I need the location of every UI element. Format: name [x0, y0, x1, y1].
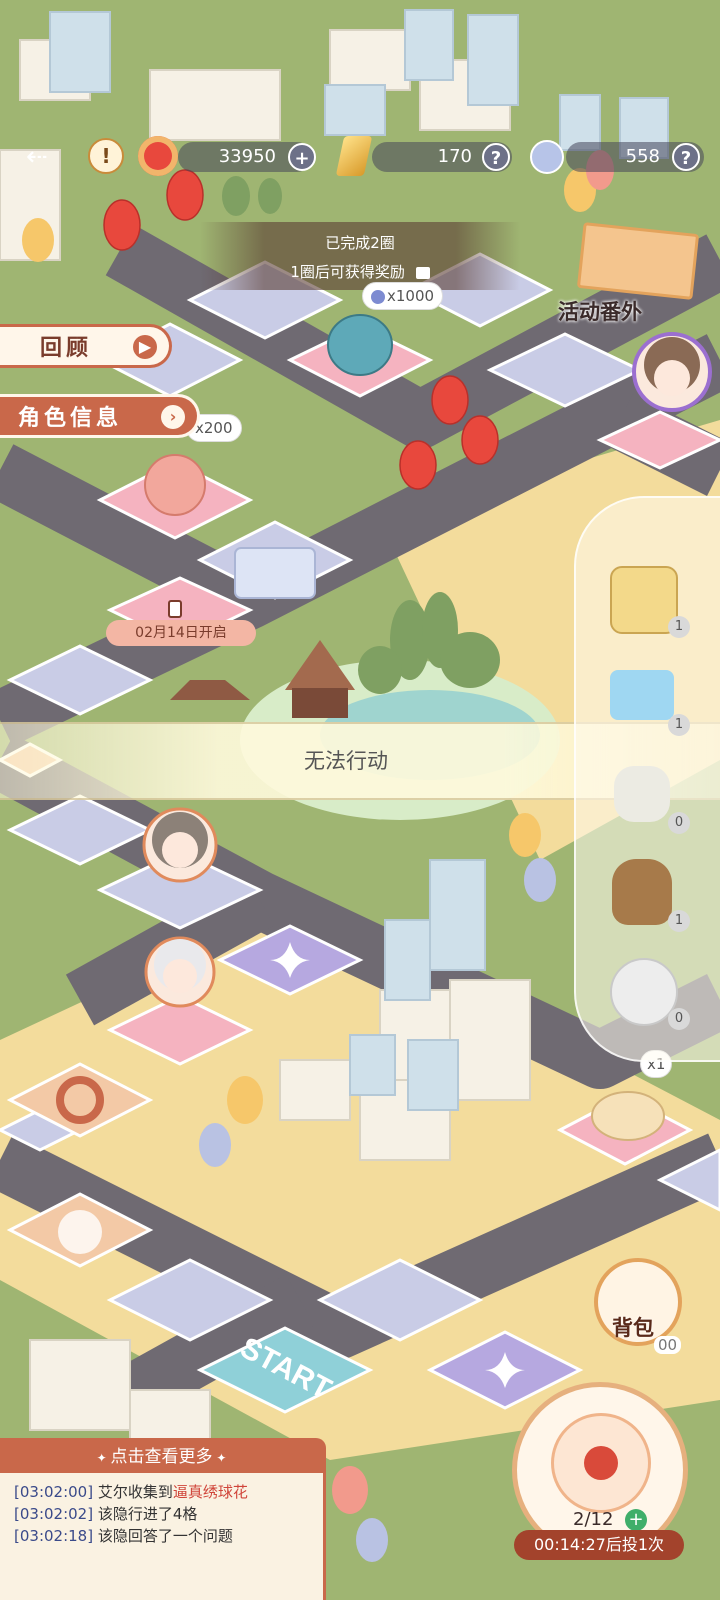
mystery-box-icon	[234, 547, 316, 599]
laps-completed: 已完成2圈	[325, 234, 395, 252]
review-label: 回顾	[40, 336, 93, 361]
glove-icon	[614, 766, 670, 822]
add-roll-button[interactable]: +	[625, 1509, 647, 1531]
gift-icon	[415, 266, 430, 279]
item-arrow-card[interactable]: 1	[604, 658, 690, 736]
cookie-icon	[591, 1091, 665, 1141]
peach-bun-icon	[144, 454, 206, 516]
token-icon	[530, 140, 564, 174]
sparkle-icon: ✦	[96, 1451, 111, 1465]
tokens-value: 558	[625, 146, 660, 167]
add-coins-button[interactable]: +	[288, 143, 316, 171]
alert-icon[interactable]: !	[88, 138, 124, 174]
treasure-bag-icon	[327, 314, 393, 376]
chevron-right-icon: ›	[161, 405, 185, 429]
character-info-label: 角色信息	[18, 406, 123, 431]
film-frame-icon	[576, 222, 700, 300]
lantern-icon	[138, 136, 178, 176]
item-snowball[interactable]: 0	[604, 952, 690, 1030]
roll-count: 2/12	[573, 1509, 614, 1530]
crystals-value: 170	[437, 146, 472, 167]
locked-tile-label: 02月14日开启	[106, 620, 256, 646]
log-entry: [03:02:18] 该隐回答了一个问题	[14, 1527, 233, 1545]
tile-reward-tag: x1000	[362, 282, 444, 310]
sack-icon	[612, 859, 672, 925]
flower-icon	[551, 1413, 651, 1513]
log-entry: [03:02:02] 该隐行进了4格	[14, 1505, 198, 1523]
token-icon	[371, 289, 385, 304]
backpack-label: 背包	[612, 1316, 654, 1340]
roll-timer: 00:14:27后投1次	[514, 1530, 684, 1560]
crystals-help-button[interactable]: ?	[482, 143, 510, 171]
item-sack[interactable]: 1	[604, 854, 690, 932]
item-glove[interactable]: 0	[604, 756, 690, 834]
character-token-1[interactable]	[142, 807, 218, 883]
item-inventory: 1 1 0 1 0	[574, 496, 720, 1062]
activity-log[interactable]: ✦ 点击查看更多 ✦ [03:02:00] 艾尔收集到逼真绣球花 [03:02:…	[0, 1438, 326, 1600]
log-entry: [03:02:00] 艾尔收集到逼真绣球花	[14, 1483, 248, 1501]
log-header[interactable]: ✦ 点击查看更多 ✦	[0, 1441, 323, 1473]
lap-reward-hint: 1圈后可获得奖励	[290, 263, 405, 281]
status-banner-text: 无法行动	[304, 749, 388, 773]
sparkle-icon: ✦	[212, 1451, 227, 1465]
arrow-card-icon	[610, 670, 674, 720]
item-dice[interactable]: 1	[604, 560, 690, 638]
crystal-icon	[335, 136, 373, 176]
backpack-button[interactable]: 背包 00	[590, 1258, 686, 1358]
lock-icon	[168, 600, 182, 618]
backpack-badge: 00	[654, 1336, 682, 1354]
tokens-help-button[interactable]: ?	[672, 143, 700, 171]
character-token-3[interactable]	[632, 332, 712, 412]
play-icon: ▶	[133, 335, 157, 359]
character-info-button[interactable]: 角色信息 ›	[0, 394, 200, 438]
review-button[interactable]: 回顾 ▶	[0, 324, 172, 368]
character-token-2[interactable]	[144, 936, 216, 1008]
coins-value: 33950	[218, 146, 276, 167]
back-arrow-icon[interactable]: ⇠	[26, 142, 70, 172]
lap-progress[interactable]: 已完成2圈 1圈后可获得奖励	[200, 222, 520, 290]
top-resource-bar: ⇠ ! 33950 + 170 ? 558 ?	[0, 132, 720, 182]
event-extra-button[interactable]: 活动番外	[558, 296, 642, 326]
bag-tile-icon	[58, 1210, 102, 1254]
